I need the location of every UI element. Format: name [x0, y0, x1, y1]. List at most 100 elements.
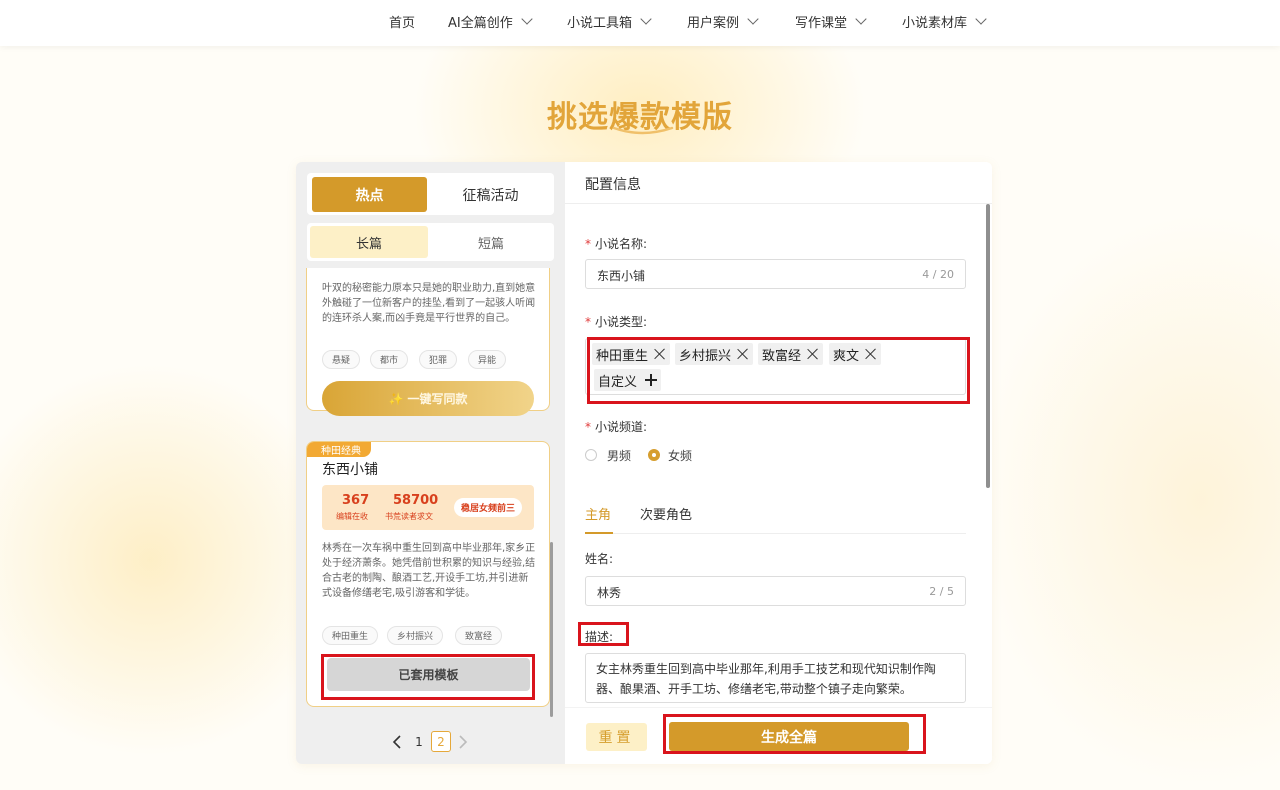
role-name-counter: 2 / 5: [929, 585, 954, 598]
channel-label: * 小说频道:: [585, 420, 648, 434]
role-desc-textarea[interactable]: 女主林秀重生回到高中毕业那年,利用手工技艺和现代知识制作陶器、酿果酒、开手工坊、…: [585, 653, 966, 703]
template-card-selected[interactable]: 种田经典 东西小铺 367 编辑在收 58700 书荒读者求文 稳居女频前三 林…: [306, 441, 550, 707]
type-chip: 致富经: [758, 343, 824, 365]
close-icon[interactable]: [654, 348, 666, 360]
card-tag: 犯罪: [419, 350, 458, 369]
channel-label-text: 小说频道:: [595, 420, 648, 434]
nav-label: AI全篇创作: [448, 15, 513, 31]
tab-secondary-role[interactable]: 次要角色: [640, 504, 692, 523]
novel-type-label: * 小说类型:: [585, 315, 648, 329]
nav-label: 首页: [389, 15, 416, 31]
main-tab-bar: 热点 征稿活动: [307, 173, 554, 215]
role-desc-label: 描述:: [585, 630, 614, 644]
write-same-button[interactable]: ✨ 一键写同款: [322, 381, 534, 416]
stat-editors-value: 367: [342, 493, 370, 508]
config-title: 配置信息: [585, 177, 641, 193]
nav-item-toolbox[interactable]: 小说工具箱: [567, 11, 652, 31]
novel-name-value: 东西小铺: [597, 269, 646, 283]
tab-divider: [585, 533, 966, 534]
card-description: 林秀在一次车祸中重生回到高中毕业那年,家乡正处于经济萧条。她凭借前世积累的知识与…: [322, 543, 536, 599]
card-tag: 异能: [468, 350, 507, 369]
type-chip-label: 致富经: [762, 348, 802, 364]
plus-icon: [645, 374, 658, 386]
chevron-down-icon: [747, 13, 759, 25]
template-list-panel: 热点 征稿活动 长篇 短篇 叶双的秘密能力原本只是她的职业助力,直到她意外触碰了…: [296, 162, 565, 764]
title-underline-decoration: [612, 126, 674, 135]
template-card-list: 叶双的秘密能力原本只是她的职业助力,直到她意外触碰了一位新客户的挂坠,看到了一起…: [306, 268, 555, 718]
nav-label: 小说素材库: [902, 15, 968, 31]
card-tag: 都市: [370, 350, 409, 369]
type-chip-label: 种田重生: [596, 348, 649, 364]
generate-full-button[interactable]: 生成全篇: [669, 722, 909, 751]
card-tag: 乡村振兴: [387, 626, 444, 645]
pagination: 1 2: [296, 730, 565, 754]
close-icon[interactable]: [807, 348, 819, 360]
custom-type-label: 自定义: [598, 374, 638, 390]
nav-item-ai-full-creation[interactable]: AI全篇创作: [448, 11, 533, 31]
card-description: 叶双的秘密能力原本只是她的职业助力,直到她意外触碰了一位新客户的挂坠,看到了一起…: [322, 283, 536, 324]
tab-short[interactable]: 短篇: [432, 226, 550, 258]
card-title: 东西小铺: [322, 462, 378, 478]
stat-readers-label: 书荒读者求文: [385, 512, 433, 521]
tab-long[interactable]: 长篇: [310, 226, 428, 258]
close-icon[interactable]: [865, 348, 877, 360]
template-panel: 热点 征稿活动 长篇 短篇 叶双的秘密能力原本只是她的职业助力,直到她意外触碰了…: [296, 162, 992, 764]
chevron-down-icon: [855, 13, 867, 25]
type-chip: 爽文: [829, 343, 882, 365]
nav-label: 写作课堂: [795, 15, 848, 31]
type-chip: 乡村振兴: [675, 343, 754, 365]
novel-type-tag-input[interactable]: 种田重生 乡村振兴 致富经 爽文 自定义: [585, 338, 966, 395]
custom-type-button[interactable]: 自定义: [594, 369, 662, 391]
stat-editors-label: 编辑在收: [336, 512, 368, 521]
applied-template-button[interactable]: 已套用模板: [327, 658, 530, 691]
card-tag: 种田重生: [322, 626, 379, 645]
nav-label: 用户案例: [687, 15, 740, 31]
tab-submission-events[interactable]: 征稿活动: [432, 177, 549, 212]
next-page-icon[interactable]: [458, 735, 468, 749]
template-card[interactable]: 叶双的秘密能力原本只是她的职业助力,直到她意外触碰了一位新客户的挂坠,看到了一起…: [306, 268, 550, 416]
list-scrollbar[interactable]: [550, 542, 553, 717]
role-name-value: 林秀: [597, 586, 622, 600]
card-tag: 致富经: [455, 626, 503, 645]
config-form: * 小说名称: 东西小铺 4 / 20 * 小说类型: 种田重生 乡村振兴 致富经 …: [565, 204, 992, 707]
form-scrollbar[interactable]: [986, 204, 990, 488]
chevron-down-icon: [975, 13, 987, 25]
channel-option-female[interactable]: 女频: [668, 447, 692, 464]
top-nav: 首页 AI全篇创作 小说工具箱 用户案例 写作课堂 小说素材库: [0, 0, 1280, 46]
channel-radio-male[interactable]: [585, 449, 597, 461]
tab-protagonist[interactable]: 主角: [585, 504, 611, 523]
nav-item-user-cases[interactable]: 用户案例: [687, 11, 759, 31]
reset-button[interactable]: 重置: [586, 723, 647, 751]
type-chip-label: 爽文: [833, 348, 860, 364]
novel-name-input[interactable]: 东西小铺 4 / 20: [585, 259, 966, 289]
nav-label: 小说工具箱: [567, 15, 633, 31]
channel-option-male[interactable]: 男频: [607, 447, 631, 464]
role-name-label: 姓名:: [585, 552, 614, 566]
type-chip-label: 乡村振兴: [679, 348, 732, 364]
nav-item-home[interactable]: 首页: [389, 11, 415, 31]
novel-name-counter: 4 / 20: [922, 268, 954, 281]
page-1[interactable]: 1: [412, 732, 426, 752]
tab-active-indicator: [585, 532, 613, 534]
nav-item-material-library[interactable]: 小说素材库: [902, 11, 987, 31]
config-header: 配置信息: [565, 162, 992, 204]
config-panel: 配置信息 * 小说名称: 东西小铺 4 / 20 * 小说类型: 种田重生 乡村振兴…: [565, 162, 992, 764]
chevron-down-icon: [521, 13, 533, 25]
close-icon[interactable]: [737, 348, 749, 360]
tab-hot[interactable]: 热点: [312, 177, 427, 212]
config-footer: 重置 生成全篇: [565, 707, 992, 764]
prev-page-icon[interactable]: [392, 735, 402, 749]
role-name-input[interactable]: 林秀 2 / 5: [585, 576, 966, 606]
novel-type-label-text: 小说类型:: [595, 315, 648, 329]
nav-item-writing-class[interactable]: 写作课堂: [795, 11, 867, 31]
rank-badge: 稳居女频前三: [454, 498, 523, 517]
card-ribbon: 种田经典: [307, 442, 371, 457]
novel-name-label: * 小说名称:: [585, 237, 648, 251]
chevron-down-icon: [640, 13, 652, 25]
page-2-current[interactable]: 2: [431, 731, 451, 752]
card-tag: 悬疑: [322, 350, 361, 369]
type-chip: 种田重生: [592, 343, 671, 365]
card-stats: 367 编辑在收 58700 书荒读者求文 稳居女频前三: [322, 485, 534, 530]
channel-radio-female[interactable]: [648, 449, 660, 461]
novel-name-label-text: 小说名称:: [595, 237, 648, 251]
